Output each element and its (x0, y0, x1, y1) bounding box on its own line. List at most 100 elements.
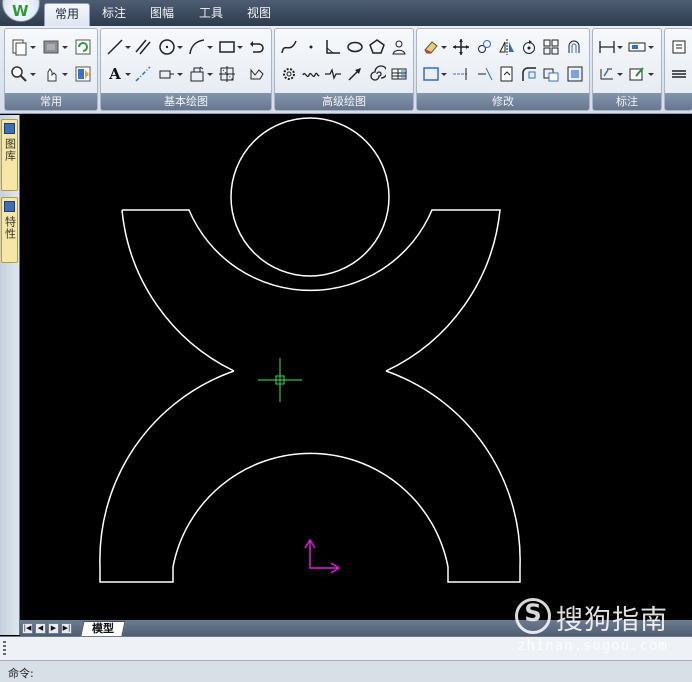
properties-panel-label: 特性 (3, 216, 17, 240)
zoom-dropdown[interactable] (30, 64, 36, 84)
tolerance-dropdown[interactable] (617, 64, 623, 84)
group-modify: 修改 (416, 28, 590, 111)
extend-icon[interactable] (451, 64, 471, 84)
edit-dropdown[interactable] (648, 64, 654, 84)
arc-dropdown[interactable] (207, 37, 213, 57)
refresh-icon[interactable] (73, 37, 93, 57)
point-icon[interactable] (301, 37, 321, 57)
line-icon[interactable] (105, 37, 125, 57)
spiral-icon[interactable] (367, 64, 387, 84)
hatch-icon[interactable] (217, 64, 237, 84)
hatch-user-icon[interactable] (389, 37, 409, 57)
library-panel-tab[interactable]: 图库 (1, 119, 18, 191)
undo-curve-icon[interactable] (247, 37, 267, 57)
first-layout-button[interactable]: |◀ (22, 623, 33, 634)
library-icon (4, 123, 15, 134)
command-prompt[interactable]: 命令: (8, 665, 34, 681)
block-dropdown[interactable] (177, 64, 183, 84)
gear-icon[interactable] (279, 64, 299, 84)
offset-icon[interactable] (565, 37, 585, 57)
tab-tools[interactable]: 工具 (193, 3, 229, 26)
explode-icon[interactable] (541, 64, 561, 84)
group-common: 常用 (4, 28, 98, 111)
new-file-icon[interactable] (9, 37, 29, 57)
text-dropdown[interactable] (125, 64, 131, 84)
stretch-icon[interactable] (497, 64, 517, 84)
properties-panel-tab[interactable]: 特性 (1, 197, 18, 263)
wave-icon[interactable] (301, 64, 321, 84)
copy-icon[interactable] (475, 37, 495, 57)
eraser-icon[interactable] (421, 37, 441, 57)
group-label-basic-draw: 基本绘图 (101, 93, 271, 110)
dimension-style-icon[interactable] (627, 37, 647, 57)
spline-icon[interactable] (279, 37, 299, 57)
move-icon[interactable] (451, 37, 471, 57)
select-box-dropdown[interactable] (441, 64, 447, 84)
tab-common[interactable]: 常用 (44, 3, 90, 26)
new-file-dropdown[interactable] (30, 37, 36, 57)
zoom-icon[interactable] (9, 64, 29, 84)
line-dropdown[interactable] (125, 37, 131, 57)
dimension-dropdown[interactable] (617, 37, 623, 57)
arrow-icon[interactable] (345, 64, 365, 84)
block-icon[interactable] (157, 64, 177, 84)
rectangle-dropdown[interactable] (237, 37, 243, 57)
group-extra (664, 28, 692, 111)
polygon-icon[interactable] (367, 37, 387, 57)
dimension-icon[interactable] (597, 37, 617, 57)
insert-block-icon[interactable] (187, 64, 207, 84)
text-icon[interactable]: A (105, 64, 125, 84)
eraser-dropdown[interactable] (441, 37, 447, 57)
last-layout-button[interactable]: ▶| (61, 623, 72, 634)
next-layout-button[interactable]: ▶ (48, 623, 59, 634)
parallel-line-icon[interactable] (133, 37, 153, 57)
right-panel-icon[interactable] (669, 37, 689, 57)
watermark-name: 搜狗指南 (556, 605, 668, 636)
command-grip-handle[interactable] (3, 641, 6, 657)
rotate-icon[interactable] (519, 37, 539, 57)
fillet-icon[interactable] (519, 64, 539, 84)
ribbon-tab-bar: W 常用 标注 图幅 工具 视图 (0, 0, 692, 26)
region-icon[interactable] (247, 64, 267, 84)
break-line-icon[interactable] (323, 64, 343, 84)
ribbon-panel: 常用 A 基本绘图 高级绘图 修改 标注 (0, 26, 692, 114)
pan-icon[interactable] (41, 64, 61, 84)
prev-layout-button[interactable]: ◀ (35, 623, 46, 634)
insert-block-dropdown[interactable] (207, 64, 213, 84)
table-icon[interactable] (389, 64, 409, 84)
array-icon[interactable] (541, 37, 561, 57)
trim-icon[interactable] (475, 64, 495, 84)
layer-icon[interactable] (41, 37, 61, 57)
lines-icon[interactable] (669, 64, 689, 84)
tab-view[interactable]: 视图 (241, 3, 277, 26)
model-tab[interactable]: 模型 (80, 621, 126, 636)
mirror-icon[interactable] (497, 37, 517, 57)
paint-icon[interactable] (73, 64, 93, 84)
circle-icon[interactable] (157, 37, 177, 57)
pan-dropdown[interactable] (62, 64, 68, 84)
select-box-icon[interactable] (421, 64, 441, 84)
arms-arc (122, 209, 501, 372)
layer-dropdown[interactable] (62, 37, 68, 57)
group-label-advanced-draw: 高级绘图 (275, 93, 413, 110)
tab-sheet[interactable]: 图幅 (144, 3, 180, 26)
group-advanced-draw: 高级绘图 (274, 28, 414, 111)
tolerance-icon[interactable] (597, 64, 617, 84)
left-palette-strip: 图库 特性 (0, 115, 20, 635)
ellipse-icon[interactable] (345, 37, 365, 57)
circle-dropdown[interactable] (177, 37, 183, 57)
arc-icon[interactable] (187, 37, 207, 57)
tab-annotation[interactable]: 标注 (96, 3, 132, 26)
model-tab-label: 模型 (92, 622, 114, 635)
centerline-icon[interactable] (133, 64, 153, 84)
drawing-canvas[interactable] (20, 115, 692, 622)
group-basic-draw: A 基本绘图 (100, 28, 272, 111)
angle-icon[interactable] (323, 37, 343, 57)
rectangle-icon[interactable] (217, 37, 237, 57)
scale-icon[interactable] (565, 64, 585, 84)
app-logo-icon[interactable]: W (2, 0, 40, 22)
dimension-style-dropdown[interactable] (648, 37, 654, 57)
drawing-svg (99, 117, 521, 583)
group-label-dimension: 标注 (593, 93, 661, 110)
edit-icon[interactable] (627, 64, 647, 84)
